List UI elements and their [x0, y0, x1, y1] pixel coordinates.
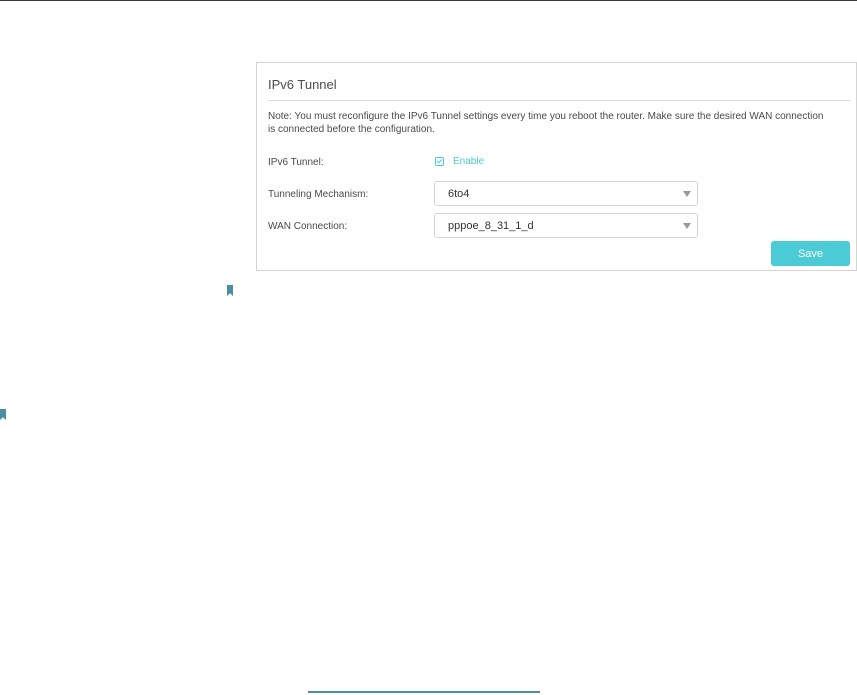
dropdown-arrow-icon	[683, 191, 691, 197]
dropdown-arrow-icon	[683, 223, 691, 229]
ipv6-tunnel-label: IPv6 Tunnel:	[268, 157, 324, 168]
bookmark-icon	[227, 285, 233, 296]
enable-checkbox-label[interactable]: Enable	[453, 156, 484, 167]
bottom-divider	[308, 691, 540, 693]
tunneling-mechanism-select[interactable]: 6to4	[434, 181, 698, 206]
bookmark-icon	[0, 409, 6, 420]
panel-title: IPv6 Tunnel	[268, 77, 337, 92]
enable-checkbox[interactable]	[435, 157, 444, 166]
wan-connection-value: pppoe_8_31_1_d	[448, 220, 534, 232]
save-button[interactable]: Save	[771, 241, 850, 266]
panel-title-divider	[268, 100, 850, 101]
wan-connection-select[interactable]: pppoe_8_31_1_d	[434, 213, 698, 238]
ipv6-tunnel-panel: IPv6 Tunnel Note: You must reconfigure t…	[256, 62, 857, 271]
wan-connection-label: WAN Connection:	[268, 221, 348, 232]
top-divider	[0, 0, 857, 1]
configuration-note: Note: You must reconfigure the IPv6 Tunn…	[268, 111, 824, 135]
tunneling-mechanism-label: Tunneling Mechanism:	[268, 189, 369, 200]
tunneling-mechanism-value: 6to4	[448, 188, 470, 200]
